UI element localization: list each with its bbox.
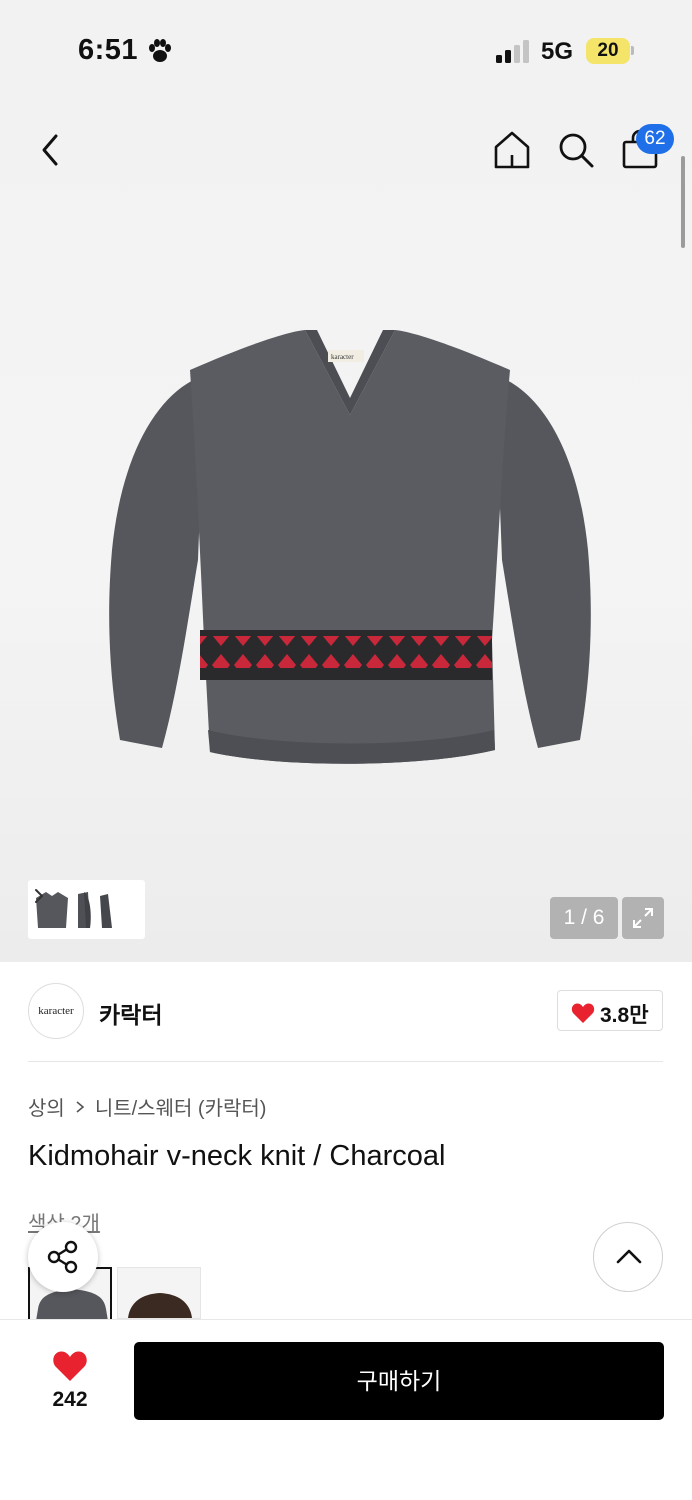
swatch-image [128, 1293, 192, 1318]
breadcrumb-category[interactable]: 상의 [28, 1092, 65, 1121]
product-gallery[interactable]: 6:51 5G 20 62 karacter 1 / 6 [0, 0, 692, 962]
garment-label-text: karacter [331, 353, 354, 361]
cart-count-badge: 62 [636, 124, 674, 154]
share-icon [47, 1240, 78, 1274]
scroll-to-top-button[interactable] [593, 1222, 663, 1292]
thumbnail-strip[interactable] [28, 880, 145, 939]
status-bar: 6:51 5G 20 [0, 0, 692, 100]
paw-icon [149, 39, 171, 62]
chevron-up-icon [616, 1249, 642, 1264]
status-time: 6:51 [78, 34, 139, 66]
brand-like-button[interactable]: 3.8만 [557, 990, 663, 1031]
breadcrumb: 상의 니트/스웨터 (카락터) [28, 1092, 266, 1121]
signal-icon [496, 40, 529, 63]
home-icon[interactable] [490, 128, 534, 172]
heart-icon [571, 1003, 595, 1023]
buy-button[interactable]: 구매하기 [134, 1342, 664, 1420]
network-type: 5G [541, 38, 574, 65]
color-swatch-brown[interactable] [117, 1267, 201, 1319]
wish-count: 242 [52, 1388, 88, 1411]
back-icon[interactable] [30, 126, 74, 174]
chevron-right-icon [35, 889, 43, 903]
sweater-product-image[interactable]: karacter [100, 320, 600, 780]
brand-like-count: 3.8만 [600, 1004, 649, 1027]
image-page-counter: 1 / 6 [550, 897, 618, 939]
bottom-action-bar: 242 구매하기 [0, 1319, 692, 1500]
battery-indicator: 20 [586, 38, 630, 64]
heart-icon[interactable] [52, 1350, 88, 1382]
breadcrumb-subcategory[interactable]: 니트/스웨터 (카락터) [95, 1092, 267, 1121]
share-button[interactable] [28, 1222, 98, 1292]
divider [28, 1061, 663, 1062]
brand-name[interactable]: 카락터 [99, 996, 162, 1030]
expand-icon [633, 908, 653, 928]
expand-gallery-button[interactable] [622, 897, 664, 939]
scrollbar[interactable] [681, 156, 685, 248]
product-title: Kidmohair v-neck knit / Charcoal [28, 1140, 446, 1172]
search-icon[interactable] [554, 128, 598, 172]
brand-logo[interactable]: karacter [28, 983, 84, 1039]
battery-cap [631, 46, 634, 55]
chevron-right-icon [76, 1100, 85, 1113]
